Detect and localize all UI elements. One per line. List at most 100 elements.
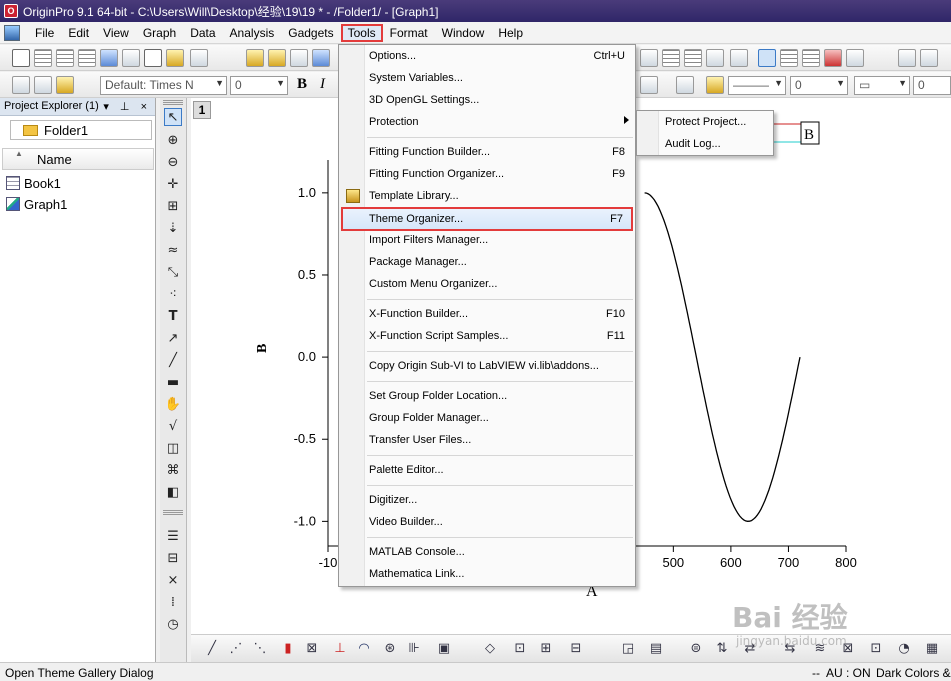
menu-window[interactable]: Window xyxy=(435,24,492,42)
layout-tool-icon[interactable]: ⌘ xyxy=(164,462,182,480)
menu-item-3d-opengl-settings[interactable]: 3D OpenGL Settings... xyxy=(341,90,633,112)
fill-color-icon[interactable] xyxy=(640,76,658,94)
zoom-in-tool-icon[interactable]: ⊕ xyxy=(164,132,182,150)
project-explorer-toggle-icon[interactable] xyxy=(662,49,680,67)
paste-icon[interactable] xyxy=(56,76,74,94)
pointer-tool-icon[interactable]: ↖ xyxy=(164,108,182,126)
line-style-select[interactable]: ——— ▼ xyxy=(728,76,786,95)
menu-data[interactable]: Data xyxy=(183,24,222,42)
new-layout-icon[interactable] xyxy=(144,49,162,67)
ternary-icon[interactable]: ◲ xyxy=(619,640,637,658)
box-plot-icon[interactable]: ⊥ xyxy=(331,640,349,658)
stack-tool-icon[interactable]: ◧ xyxy=(164,484,182,502)
open-template-icon[interactable] xyxy=(268,49,286,67)
menu-item-x-function-script-samples[interactable]: X-Function Script Samples... F11 xyxy=(341,326,633,348)
new-notes-icon[interactable] xyxy=(166,49,184,67)
line-color-icon[interactable] xyxy=(676,76,694,94)
3d-scatter-icon[interactable]: ⊞ xyxy=(537,640,555,658)
zoom-in-icon[interactable] xyxy=(640,49,658,67)
graph-object-icon[interactable]: ◫ xyxy=(164,440,182,458)
menu-item-fitting-function-organizer[interactable]: Fitting Function Organizer... F9 xyxy=(341,164,633,186)
submenu-item-protect-project[interactable]: Protect Project... xyxy=(639,112,771,134)
menu-item-package-manager[interactable]: Package Manager... xyxy=(341,252,633,274)
stock-plot-icon[interactable]: ⊪ xyxy=(405,640,423,658)
list-tool-icon[interactable]: ☰ xyxy=(164,528,182,546)
font-select[interactable]: Default: Times N ▼ xyxy=(100,76,227,95)
data-selector-icon[interactable]: ⇣ xyxy=(164,220,182,238)
palette-grip[interactable] xyxy=(163,100,183,105)
matrix-plot-icon[interactable]: ⊠ xyxy=(303,640,321,658)
palette-grip[interactable] xyxy=(163,510,183,515)
menu-item-import-filters-manager[interactable]: Import Filters Manager... xyxy=(341,230,633,252)
line-width-select[interactable]: 0 ▼ xyxy=(790,76,848,95)
menu-item-fitting-function-builder[interactable]: Fitting Function Builder... F8 xyxy=(341,142,633,164)
new-excel-icon[interactable] xyxy=(56,49,74,67)
menu-item-options[interactable]: Options... Ctrl+U xyxy=(341,46,633,68)
menu-item-matlab-console[interactable]: MATLAB Console... xyxy=(341,542,633,564)
new-project-icon[interactable] xyxy=(12,49,30,67)
merge-tool-icon[interactable]: ⊟ xyxy=(164,550,182,568)
submenu-item-audit-log[interactable]: Audit Log... xyxy=(639,134,771,156)
arrow-tool-icon[interactable]: ↗ xyxy=(164,330,182,348)
save-icon[interactable] xyxy=(312,49,330,67)
document-menu-icon[interactable] xyxy=(4,24,20,41)
theme-status[interactable]: Dark Colors & xyxy=(876,666,951,680)
origin-app-icon[interactable]: O xyxy=(4,4,18,18)
menu-item-x-function-builder[interactable]: X-Function Builder... F10 xyxy=(341,304,633,326)
scatter-plot-icon[interactable]: ⋰ xyxy=(227,640,245,658)
menu-item-system-variables[interactable]: System Variables... xyxy=(341,68,633,90)
multiply-tool-icon[interactable]: × xyxy=(164,572,182,590)
menu-item-protection[interactable]: Protection xyxy=(341,112,633,134)
code-builder-icon[interactable] xyxy=(802,49,820,67)
3d-surface-icon[interactable]: ◇ xyxy=(481,640,499,658)
menu-item-digitizer[interactable]: Digitizer... xyxy=(341,490,633,512)
italic-button[interactable]: I xyxy=(320,76,325,93)
menu-edit[interactable]: Edit xyxy=(61,24,96,42)
regional-mask-icon[interactable]: ⤡ xyxy=(164,264,182,282)
vector-icon[interactable]: ⇅ xyxy=(713,640,731,658)
column-plot-icon[interactable]: ▮ xyxy=(279,640,297,658)
menu-file[interactable]: File xyxy=(28,24,61,42)
name-column-header[interactable]: ▲ Name xyxy=(2,148,154,170)
new-workbook-icon[interactable] xyxy=(34,49,52,67)
new-graph-icon[interactable] xyxy=(100,49,118,67)
fit-icon[interactable] xyxy=(920,49,938,67)
draw-data-icon[interactable]: ≈ xyxy=(164,242,182,260)
template-icon[interactable]: ▣ xyxy=(435,640,453,658)
line-symbol-icon[interactable]: ⋱ xyxy=(251,640,269,658)
hand-tool-icon[interactable]: ✋ xyxy=(164,396,182,414)
message-log-icon[interactable] xyxy=(824,49,842,67)
menu-item-custom-menu-organizer[interactable]: Custom Menu Organizer... xyxy=(341,274,633,296)
light-icon[interactable] xyxy=(706,76,724,94)
command-window-icon[interactable] xyxy=(780,49,798,67)
contour-icon[interactable]: ⊟ xyxy=(567,640,585,658)
copy-icon[interactable] xyxy=(34,76,52,94)
menu-item-transfer-user-files[interactable]: Transfer User Files... xyxy=(341,430,633,452)
new-matrix-icon[interactable] xyxy=(78,49,96,67)
hierarchy-icon[interactable] xyxy=(730,49,748,67)
fill-pattern-select[interactable]: ▭ ▼ xyxy=(854,76,910,95)
bold-button[interactable]: B xyxy=(297,76,307,93)
image-plot-icon[interactable]: ▤ xyxy=(647,640,665,658)
object-manager-icon[interactable] xyxy=(846,49,864,67)
rectangle-tool-icon[interactable]: ▬ xyxy=(164,374,182,392)
panel-controls[interactable]: ▾ ⊥ × xyxy=(103,100,151,113)
menu-format[interactable]: Format xyxy=(383,24,435,42)
project-item-graph1[interactable]: Graph1 xyxy=(6,195,67,213)
screen-reader-icon[interactable]: ✛ xyxy=(164,176,182,194)
font-size-select[interactable]: 0 ▼ xyxy=(230,76,288,95)
magnify-icon[interactable] xyxy=(758,49,776,67)
results-log-icon[interactable] xyxy=(684,49,702,67)
polar-plot-icon[interactable]: ⊛ xyxy=(381,640,399,658)
line-plot-icon[interactable]: ╱ xyxy=(203,640,221,658)
script-window-icon[interactable] xyxy=(706,49,724,67)
autoupdate-status[interactable]: AU : ON xyxy=(826,666,871,680)
folder-tree-item[interactable]: Folder1 xyxy=(10,120,152,140)
equation-tool-icon[interactable]: √ xyxy=(164,418,182,436)
menu-analysis[interactable]: Analysis xyxy=(223,24,282,42)
open-icon[interactable] xyxy=(246,49,264,67)
menu-item-set-group-folder-location[interactable]: Set Group Folder Location... xyxy=(341,386,633,408)
3d-bars-icon[interactable]: ⊡ xyxy=(511,640,529,658)
menu-help[interactable]: Help xyxy=(491,24,530,42)
line-tool-icon[interactable]: ╱ xyxy=(164,352,182,370)
